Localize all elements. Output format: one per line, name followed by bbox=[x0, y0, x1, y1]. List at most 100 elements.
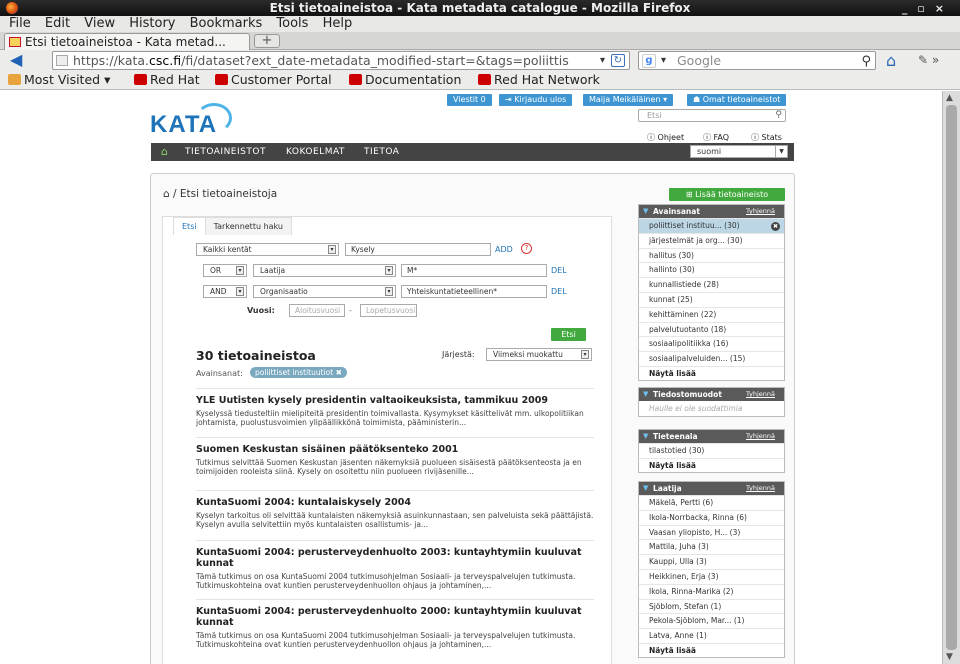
bookmark-documentation[interactable]: Documentation bbox=[349, 71, 461, 89]
tab-search[interactable]: Etsi bbox=[173, 217, 206, 235]
clear-facet-link[interactable]: Tyhjennä bbox=[746, 430, 775, 443]
site-identity-icon[interactable] bbox=[56, 55, 68, 66]
scrollbar-thumb[interactable] bbox=[946, 105, 957, 650]
operator-select-2[interactable]: OR ▾ bbox=[203, 264, 247, 277]
scroll-down-icon[interactable]: ▼ bbox=[946, 652, 953, 662]
field-select-1[interactable]: Kaikki kentät ▾ bbox=[196, 243, 339, 256]
term-input-3[interactable]: Yhteiskuntatieteellinen* bbox=[401, 285, 547, 298]
facet-item[interactable]: Mattila, Juha (3) bbox=[639, 539, 784, 554]
facet-item[interactable]: hallinto (30) bbox=[639, 262, 784, 277]
end-year-input[interactable]: Lopetusvuosi bbox=[360, 304, 417, 317]
sort-select[interactable]: Viimeksi muokattu ▾ bbox=[486, 348, 592, 361]
url-dropdown-icon[interactable]: ▾ bbox=[600, 52, 605, 69]
facet-item[interactable]: kunnat (25) bbox=[639, 291, 784, 307]
bookmark-most-visited[interactable]: Most Visited ▾ bbox=[8, 71, 110, 89]
page-scrollbar[interactable]: ▲ ▼ bbox=[942, 91, 960, 664]
facet-item[interactable]: Heikkinen, Erja (3) bbox=[639, 568, 784, 584]
operator-select-3[interactable]: AND ▾ bbox=[203, 285, 247, 298]
facet-item[interactable]: sosiaalipolitiikka (16) bbox=[639, 336, 784, 351]
close-icon[interactable]: ✖ bbox=[336, 368, 342, 377]
link-stats[interactable]: ⓘ Stats bbox=[751, 132, 782, 143]
nav-datasets[interactable]: TIETOAINEISTOT bbox=[185, 143, 266, 161]
window-controls[interactable]: _▫× bbox=[902, 1, 954, 17]
facet-item[interactable]: Vaasan yliopisto, H... (3) bbox=[639, 524, 784, 540]
clear-facet-link[interactable]: Tyhjennä bbox=[746, 482, 775, 495]
menu-edit[interactable]: Edit bbox=[45, 16, 70, 31]
nav-about[interactable]: TIETOA bbox=[364, 143, 399, 161]
my-datasets-button[interactable]: ☗ Omat tietoaineistot bbox=[687, 94, 787, 106]
scroll-up-icon[interactable]: ▲ bbox=[946, 93, 953, 103]
field-select-2[interactable]: Laatija ▾ bbox=[253, 264, 396, 277]
home-icon[interactable]: ⌂ bbox=[161, 143, 168, 161]
facet-item[interactable]: Ikola, Rinna-Marika (2) bbox=[639, 583, 784, 599]
facet-item[interactable]: tilastotied (30) bbox=[639, 443, 784, 458]
field-select-3[interactable]: Organisaatio ▾ bbox=[253, 285, 396, 298]
show-more-link[interactable]: Näytä lisää bbox=[639, 365, 784, 380]
engine-dropdown-icon[interactable]: ▾ bbox=[661, 52, 666, 69]
url-bar[interactable]: https://kata.csc.fi/fi/dataset?ext_date-… bbox=[52, 51, 630, 70]
reload-icon[interactable]: ↻ bbox=[611, 54, 625, 67]
show-more-link[interactable]: Näytä lisää bbox=[639, 457, 784, 472]
back-arrow-icon[interactable]: ◀ bbox=[10, 52, 28, 68]
new-tab-button[interactable]: + bbox=[254, 34, 280, 48]
link-faq[interactable]: ⓘ FAQ bbox=[703, 132, 729, 143]
delete-row-link[interactable]: DEL bbox=[551, 266, 567, 275]
search-binoculars-icon[interactable]: ⚲ bbox=[861, 53, 871, 70]
result-title[interactable]: KuntaSuomi 2004: kuntalaiskysely 2004 bbox=[196, 491, 594, 508]
term-input-2[interactable]: M* bbox=[401, 264, 547, 277]
result-title[interactable]: KuntaSuomi 2004: perusterveydenhuolto 20… bbox=[196, 600, 594, 628]
clear-facet-link[interactable]: Tyhjennä bbox=[746, 205, 775, 218]
clear-facet-link[interactable]: Tyhjennä bbox=[746, 388, 775, 401]
menu-file[interactable]: File bbox=[9, 16, 31, 31]
browser-tab[interactable]: Etsi tietoaineistoa - Kata metad... bbox=[4, 33, 250, 50]
search-icon[interactable]: ⚲ bbox=[775, 110, 782, 121]
link-ohjeet[interactable]: ⓘ Ohjeet bbox=[647, 132, 684, 143]
facet-item[interactable]: Pekola-Sjöblom, Mar... (1) bbox=[639, 613, 784, 628]
bookmark-customer-portal[interactable]: Customer Portal bbox=[215, 71, 332, 89]
user-menu-button[interactable]: Maija Meikäläinen ▾ bbox=[583, 94, 674, 106]
show-more-link[interactable]: Näytä lisää bbox=[639, 642, 784, 657]
facet-item[interactable]: Ikola-Norrbacka, Rinna (6) bbox=[639, 509, 784, 525]
facet-item[interactable]: Latva, Anne (1) bbox=[639, 628, 784, 643]
add-dataset-button[interactable]: ⊞ Lisää tietoaineisto bbox=[669, 188, 785, 201]
close-icon[interactable]: ✖ bbox=[771, 222, 780, 231]
kata-logo[interactable]: KATA bbox=[150, 103, 240, 138]
menu-bookmarks[interactable]: Bookmarks bbox=[190, 16, 263, 31]
facet-item[interactable]: kunnallistiede (28) bbox=[639, 277, 784, 292]
add-row-link[interactable]: ADD bbox=[495, 245, 513, 254]
search-engine-box[interactable]: g ▾ Google ⚲ bbox=[638, 51, 876, 70]
search-button[interactable]: Etsi bbox=[551, 328, 586, 341]
help-icon[interactable]: ? bbox=[521, 243, 532, 254]
term-input-1[interactable]: Kysely bbox=[345, 243, 491, 256]
facet-item[interactable]: Sjöblom, Stefan (1) bbox=[639, 598, 784, 614]
result-title[interactable]: YLE Uutisten kysely presidentin valtaoik… bbox=[196, 389, 594, 406]
facet-item[interactable]: hallitus (30) bbox=[639, 247, 784, 263]
tab-advanced-search[interactable]: Tarkennettu haku bbox=[204, 217, 292, 235]
home-icon[interactable]: ⌂ bbox=[886, 53, 904, 69]
menu-help[interactable]: Help bbox=[323, 16, 353, 31]
delete-row-link[interactable]: DEL bbox=[551, 287, 567, 296]
menu-view[interactable]: View bbox=[84, 16, 115, 31]
menu-tools[interactable]: Tools bbox=[276, 16, 308, 31]
facet-item[interactable]: poliittiset instituu... (30) ✖ bbox=[639, 218, 784, 233]
facet-item[interactable]: kehittäminen (22) bbox=[639, 306, 784, 322]
nav-collections[interactable]: KOKOELMAT bbox=[286, 143, 345, 161]
facet-item[interactable]: järjestelmät ja org... (30) bbox=[639, 232, 784, 248]
active-filter-pill[interactable]: poliittiset instituutiot ✖ bbox=[250, 367, 347, 378]
language-select[interactable]: suomi ▼ bbox=[690, 145, 788, 158]
facet-item[interactable]: Mäkelä, Pertti (6) bbox=[639, 495, 784, 510]
result-title[interactable]: Suomen Keskustan sisäinen päätöksenteko … bbox=[196, 438, 594, 455]
menu-history[interactable]: History bbox=[129, 16, 175, 31]
bookmark-red-hat[interactable]: Red Hat bbox=[134, 71, 200, 89]
facet-item[interactable]: Kauppi, Ulla (3) bbox=[639, 554, 784, 569]
google-icon[interactable]: g bbox=[642, 54, 656, 68]
facet-item[interactable]: sosiaalipalveluiden... (15) bbox=[639, 351, 784, 366]
tools-icon[interactable]: ✎ » bbox=[918, 53, 939, 67]
messages-button[interactable]: Viestit 0 bbox=[447, 94, 492, 106]
site-search-input[interactable]: Etsi ⚲ bbox=[638, 109, 786, 122]
logout-button[interactable]: ⇥ Kirjaudu ulos bbox=[499, 94, 573, 106]
facet-item[interactable]: palvelutuotanto (18) bbox=[639, 321, 784, 337]
bookmark-red-hat-network[interactable]: Red Hat Network bbox=[478, 71, 600, 89]
start-year-input[interactable]: Aloitusvuosi bbox=[289, 304, 345, 317]
result-title[interactable]: KuntaSuomi 2004: perusterveydenhuolto 20… bbox=[196, 541, 594, 569]
